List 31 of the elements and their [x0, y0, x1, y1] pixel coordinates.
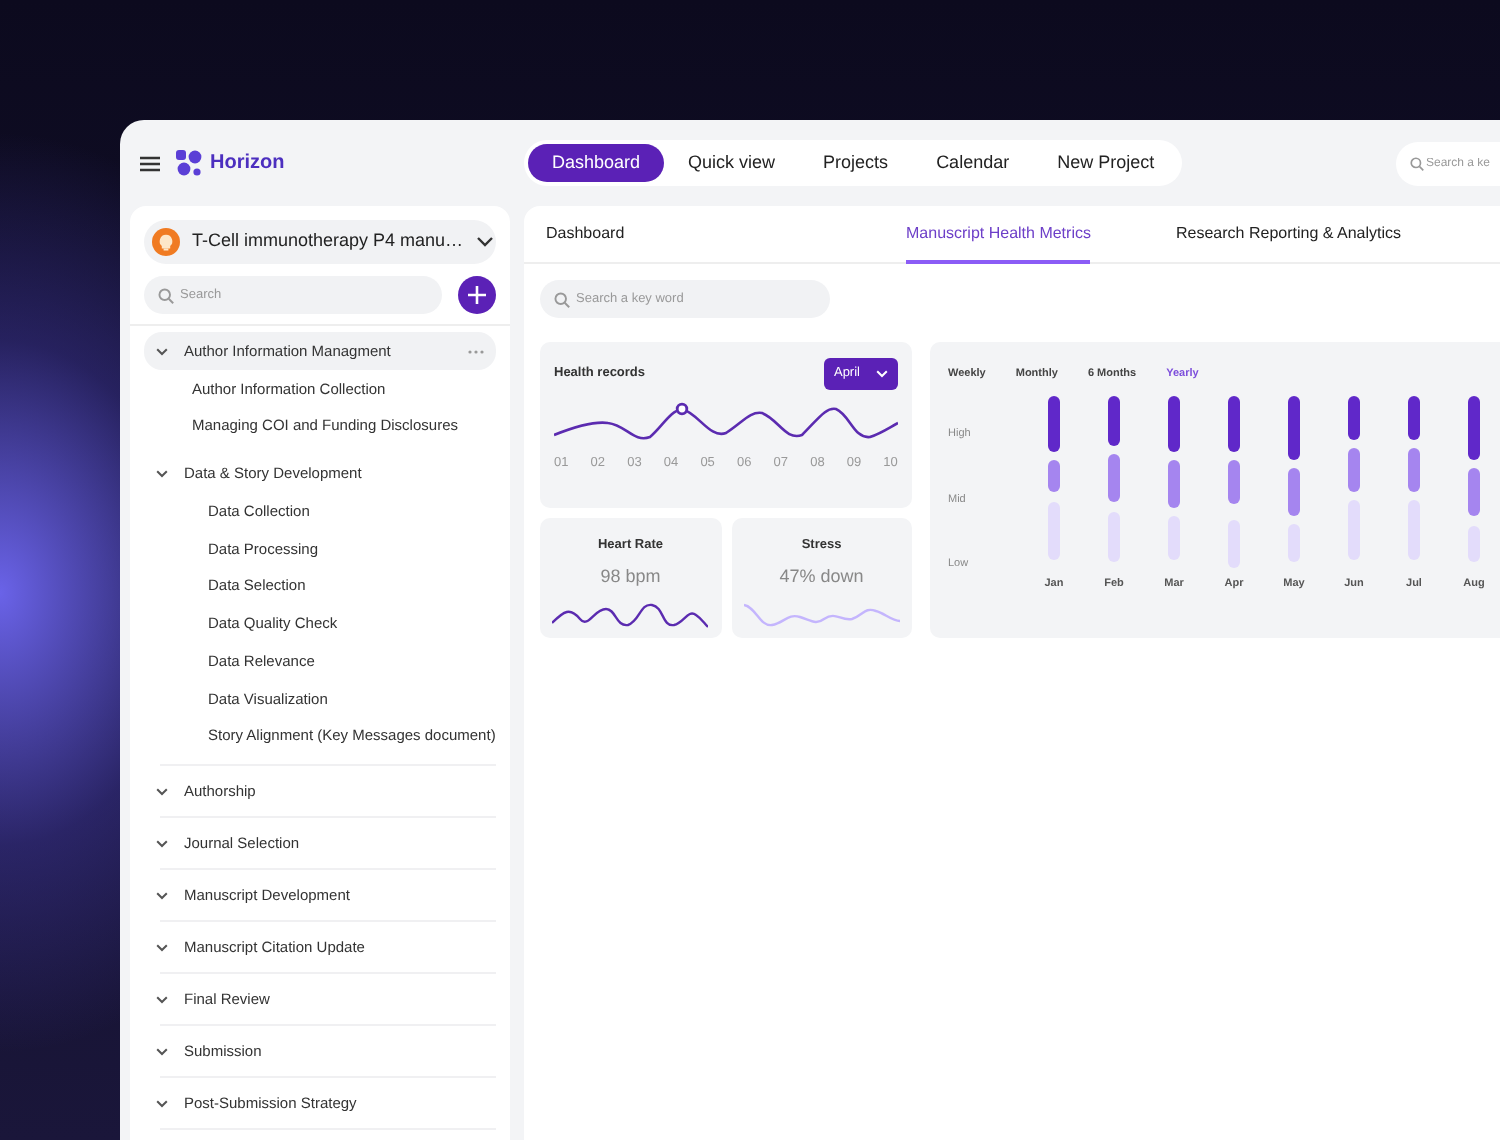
app-name: Horizon: [210, 150, 285, 178]
chevron-down-icon: [876, 369, 888, 378]
add-button[interactable]: [458, 276, 496, 314]
menu-icon[interactable]: [140, 155, 160, 171]
chevron-down-icon[interactable]: [156, 839, 168, 848]
tab[interactable]: Manuscript Health Metrics: [906, 206, 1091, 264]
nav-tab[interactable]: Quick view: [664, 144, 800, 182]
logo-icon: [176, 150, 202, 176]
search-icon: [1410, 156, 1424, 170]
chevron-down-icon[interactable]: [156, 995, 168, 1004]
nav-tab[interactable]: New Project: [1033, 144, 1179, 182]
chevron-down-icon[interactable]: [156, 891, 168, 900]
project-dropdown[interactable]: T-Cell immunotherapy P4 manu…: [144, 220, 496, 264]
chevron-down-icon[interactable]: [156, 787, 168, 796]
tab[interactable]: Dashboard: [546, 206, 625, 264]
chevron-down-icon[interactable]: [156, 1047, 168, 1056]
heart-rate-value: 98 bpm: [600, 564, 661, 590]
stress-value: 47% down: [779, 564, 864, 590]
chevron-down-icon[interactable]: [156, 469, 168, 478]
search-icon: [158, 287, 174, 303]
chevron-down-icon[interactable]: [156, 347, 168, 355]
nav-tab[interactable]: Calendar: [912, 144, 1034, 182]
nav-tab[interactable]: Dashboard: [528, 144, 665, 182]
chevron-down-icon: [475, 236, 494, 248]
chevron-down-icon[interactable]: [156, 943, 168, 952]
nav-tab[interactable]: Projects: [799, 144, 913, 182]
search-icon: [554, 291, 570, 307]
chevron-down-icon[interactable]: [156, 1099, 168, 1108]
tab[interactable]: Research Reporting & Analytics: [1176, 206, 1401, 264]
lightbulb-icon: [152, 228, 180, 256]
plus-icon: [468, 286, 486, 304]
